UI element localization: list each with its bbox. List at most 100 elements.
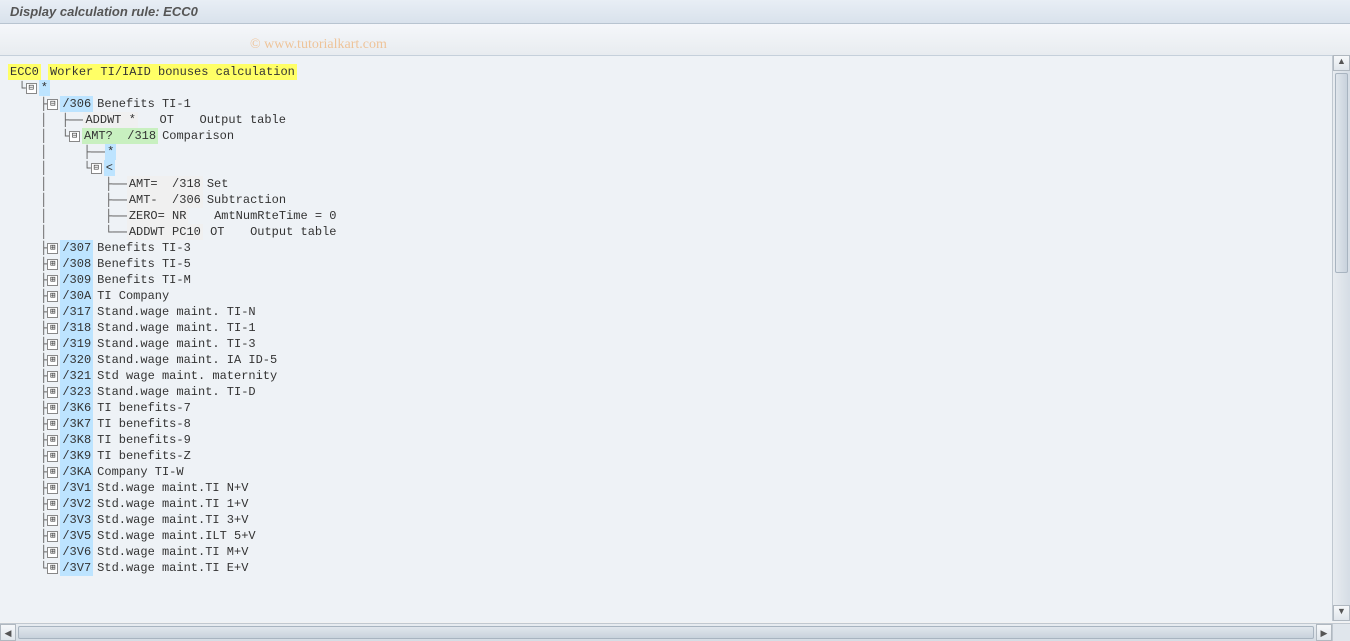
node-code: /3V7	[60, 560, 93, 576]
node-desc: Stand.wage maint. TI-1	[97, 320, 255, 336]
scroll-thumb[interactable]	[1335, 73, 1348, 273]
expand-icon[interactable]: ⊞	[47, 387, 58, 398]
scroll-left-icon[interactable]: ◀	[0, 624, 16, 641]
tree-node-addwt-2[interactable]: │ └── ADDWT PC10 OT Output table	[4, 224, 1346, 240]
expand-icon[interactable]: ⊞	[47, 259, 58, 270]
node-code: /3V1	[60, 480, 93, 496]
tree-node[interactable]: ├⊞/3V6Std.wage maint.TI M+V	[4, 544, 1346, 560]
expand-icon[interactable]: ⊞	[47, 323, 58, 334]
expand-icon[interactable]: ⊞	[47, 515, 58, 526]
expand-icon[interactable]: ⊞	[47, 499, 58, 510]
node-desc: TI Company	[97, 288, 169, 304]
tree-node[interactable]: └⊞/3V7Std.wage maint.TI E+V	[4, 560, 1346, 576]
expand-icon[interactable]: ⊞	[47, 435, 58, 446]
expand-icon[interactable]: ⊞	[47, 547, 58, 558]
tree-node[interactable]: ├⊞/323Stand.wage maint. TI-D	[4, 384, 1346, 400]
window-title: Display calculation rule: ECC0	[10, 4, 198, 19]
content-area: ECC0 Worker TI/IAID bonuses calculation …	[0, 56, 1350, 622]
expand-icon[interactable]: ⊞	[47, 339, 58, 350]
tree-root-node[interactable]: ECC0 Worker TI/IAID bonuses calculation	[8, 64, 1346, 80]
node-desc: Stand.wage maint. TI-D	[97, 384, 255, 400]
tree-node[interactable]: ├⊞/318Stand.wage maint. TI-1	[4, 320, 1346, 336]
node-desc: Stand.wage maint. TI-N	[97, 304, 255, 320]
node-code: *	[39, 80, 50, 96]
tree-node[interactable]: ├⊞/30ATI Company	[4, 288, 1346, 304]
tree-node[interactable]: ├⊞/3V3Std.wage maint.TI 3+V	[4, 512, 1346, 528]
tree-node[interactable]: ├⊞/3K7TI benefits-8	[4, 416, 1346, 432]
tree-node-addwt-1[interactable]: │ ├── ADDWT * OT Output table	[4, 112, 1346, 128]
expand-icon[interactable]: ⊞	[47, 307, 58, 318]
collapse-icon[interactable]: ⊟	[26, 83, 37, 94]
node-desc: TI benefits-9	[97, 432, 191, 448]
node-code: /3V6	[60, 544, 93, 560]
expand-icon[interactable]: ⊞	[47, 483, 58, 494]
expand-icon[interactable]: ⊞	[47, 467, 58, 478]
node-code: /3K7	[60, 416, 93, 432]
tree-node-star[interactable]: └⊟ *	[4, 80, 1346, 96]
node-desc: Output table	[250, 224, 336, 240]
tree-node[interactable]: ├⊞/320Stand.wage maint. IA ID-5	[4, 352, 1346, 368]
horizontal-scrollbar[interactable]: ◀ ▶	[0, 623, 1332, 641]
expand-icon[interactable]: ⊞	[47, 355, 58, 366]
tree-node-amt-minus[interactable]: │ ├── AMT- /306 Subtraction	[4, 192, 1346, 208]
node-desc: AmtNumRteTime = 0	[214, 208, 336, 224]
root-desc: Worker TI/IAID bonuses calculation	[48, 64, 297, 80]
node-code: /319	[60, 336, 93, 352]
node-desc: TI benefits-7	[97, 400, 191, 416]
tree-node[interactable]: ├⊞/3V5Std.wage maint.ILT 5+V	[4, 528, 1346, 544]
expand-icon[interactable]: ⊞	[47, 451, 58, 462]
tree-node[interactable]: ├⊞/3KACompany TI-W	[4, 464, 1346, 480]
node-code: /321	[60, 368, 93, 384]
scroll-right-icon[interactable]: ▶	[1316, 624, 1332, 641]
node-code: *	[105, 144, 116, 160]
tree-node[interactable]: ├⊞/3V1Std.wage maint.TI N+V	[4, 480, 1346, 496]
collapse-icon[interactable]: ⊟	[91, 163, 102, 174]
node-desc: Company TI-W	[97, 464, 183, 480]
node-desc: Benefits TI-1	[97, 96, 191, 112]
node-code: /317	[60, 304, 93, 320]
expand-icon[interactable]: ⊞	[47, 563, 58, 574]
scroll-up-icon[interactable]: ▲	[1333, 55, 1350, 71]
collapse-icon[interactable]: ⊟	[47, 99, 58, 110]
tree-node[interactable]: ├⊞/3K9TI benefits-Z	[4, 448, 1346, 464]
node-code: /323	[60, 384, 93, 400]
expand-icon[interactable]: ⊞	[47, 291, 58, 302]
node-desc: Stand.wage maint. TI-3	[97, 336, 255, 352]
node-desc: Benefits TI-5	[97, 256, 191, 272]
node-desc: Benefits TI-3	[97, 240, 191, 256]
node-desc: Std.wage maint.TI E+V	[97, 560, 248, 576]
scroll-thumb[interactable]	[18, 626, 1314, 639]
tree-node[interactable]: ├⊞/308Benefits TI-5	[4, 256, 1346, 272]
tree-node[interactable]: ├⊞/317Stand.wage maint. TI-N	[4, 304, 1346, 320]
tree-node[interactable]: ├⊞/3K6TI benefits-7	[4, 400, 1346, 416]
tree-node[interactable]: ├⊞/3V2Std.wage maint.TI 1+V	[4, 496, 1346, 512]
expand-icon[interactable]: ⊞	[47, 371, 58, 382]
node-code: /30A	[60, 288, 93, 304]
tree-node[interactable]: ├⊞/321Std wage maint. maternity	[4, 368, 1346, 384]
tree-node-306[interactable]: ├⊟ /306 Benefits TI-1	[4, 96, 1346, 112]
vertical-scrollbar[interactable]: ▲ ▼	[1332, 55, 1350, 621]
expand-icon[interactable]: ⊞	[47, 403, 58, 414]
tree-node-amtq[interactable]: │ └⊟ AMT? /318 Comparison	[4, 128, 1346, 144]
expand-icon[interactable]: ⊞	[47, 275, 58, 286]
tree-node-amt-set[interactable]: │ ├── AMT= /318 Set	[4, 176, 1346, 192]
tree-node-sub-star[interactable]: │ ├── *	[4, 144, 1346, 160]
expand-icon[interactable]: ⊞	[47, 243, 58, 254]
collapse-icon[interactable]: ⊟	[69, 131, 80, 142]
node-desc: Std.wage maint.TI 1+V	[97, 496, 248, 512]
node-code: /3K9	[60, 448, 93, 464]
node-code: /3K8	[60, 432, 93, 448]
expand-icon[interactable]: ⊞	[47, 531, 58, 542]
toolbar	[0, 24, 1350, 56]
tree-node[interactable]: ├⊞/307Benefits TI-3	[4, 240, 1346, 256]
tree-node[interactable]: ├⊞/309Benefits TI-M	[4, 272, 1346, 288]
tree-node[interactable]: ├⊞/319Stand.wage maint. TI-3	[4, 336, 1346, 352]
tree-node-zero[interactable]: │ ├── ZERO= NR AmtNumRteTime = 0	[4, 208, 1346, 224]
node-desc: Comparison	[162, 128, 234, 144]
tree-node-sub-lt[interactable]: │ └⊟ <	[4, 160, 1346, 176]
expand-icon[interactable]: ⊞	[47, 419, 58, 430]
scroll-down-icon[interactable]: ▼	[1333, 605, 1350, 621]
tree-node[interactable]: ├⊞/3K8TI benefits-9	[4, 432, 1346, 448]
node-code: /308	[60, 256, 93, 272]
node-code: /318	[60, 320, 93, 336]
